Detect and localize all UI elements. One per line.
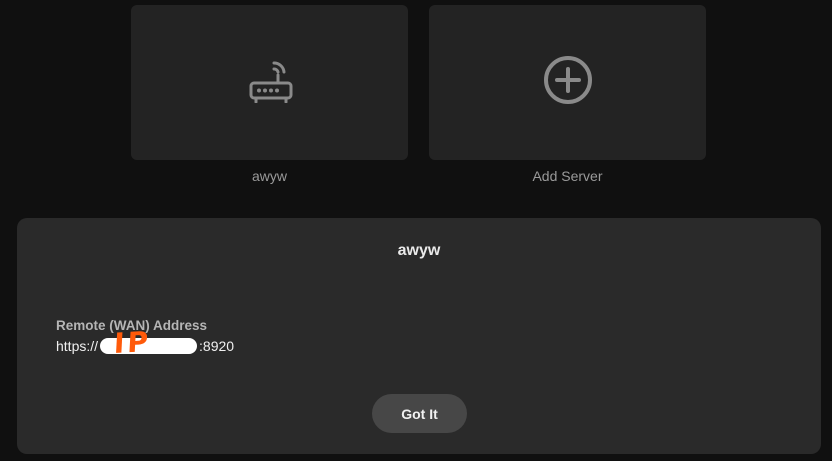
server-name-label: awyw — [251, 168, 287, 184]
server-card-awyw[interactable] — [131, 5, 408, 160]
router-icon — [247, 57, 293, 108]
address-port: :8920 — [199, 338, 235, 354]
server-info-dialog: awyw Remote (WAN) Address https:// IP :8… — [17, 218, 821, 454]
redacted-ip-mark: IP — [100, 325, 198, 360]
app-background: awyw Add Server awyw Remote (WAN) Addres… — [0, 0, 832, 461]
got-it-button[interactable]: Got It — [372, 394, 467, 433]
address-prefix: https:// — [56, 338, 99, 354]
remote-address-value: https:// IP :8920 — [56, 325, 235, 360]
redaction-annotation: IP — [113, 325, 152, 360]
add-server-label: Add Server — [532, 168, 603, 184]
dialog-title: awyw — [397, 242, 441, 259]
add-server-card[interactable] — [429, 5, 706, 160]
plus-circle-icon — [542, 54, 594, 111]
